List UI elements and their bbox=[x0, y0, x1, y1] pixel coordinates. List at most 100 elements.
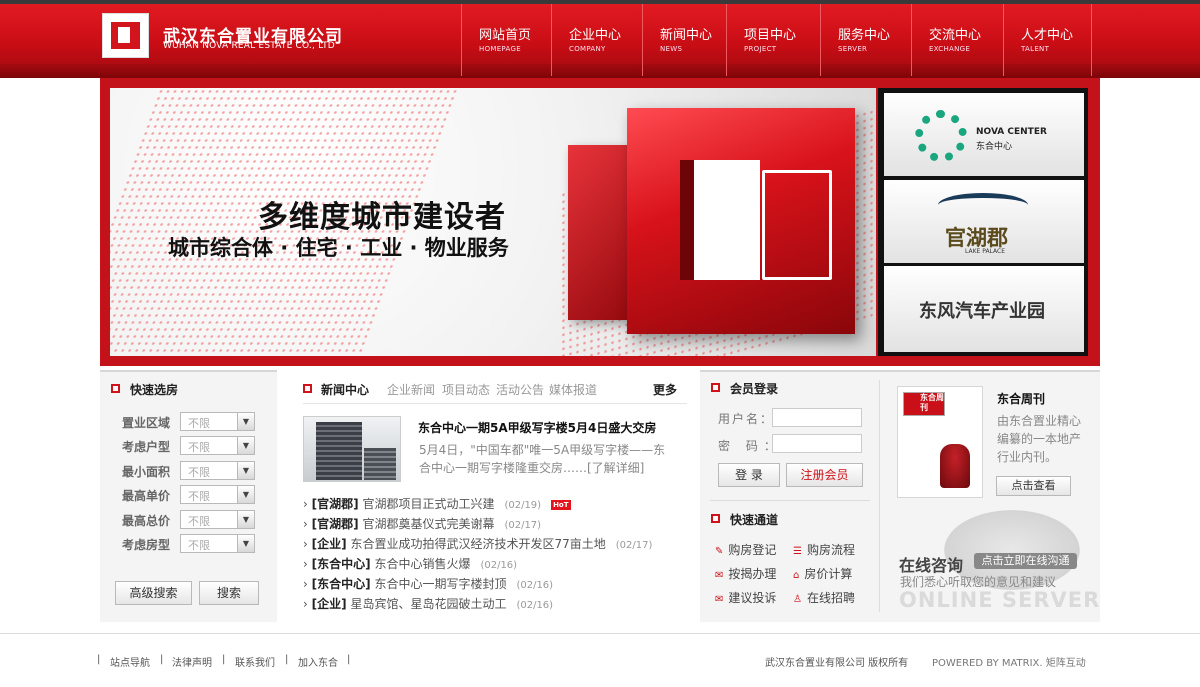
select-max-unit-price[interactable]: 不限 ▼ bbox=[180, 485, 255, 504]
nav-exchange[interactable]: 交流中心 EXCHANGE bbox=[911, 4, 1004, 76]
mail-icon: ✉ bbox=[715, 594, 724, 605]
field-label: 最高单价 bbox=[122, 489, 171, 503]
footer-link-join[interactable]: 加入东合 bbox=[298, 654, 338, 669]
select-value: 不限 bbox=[188, 515, 210, 528]
search-button[interactable]: 搜索 bbox=[199, 581, 259, 605]
news-text: 东合中心一期写字楼封顶 bbox=[374, 577, 507, 591]
magazine-desc: 由东合置业精心编纂的一本地产行业内刊。 bbox=[997, 414, 1082, 464]
link-recruitment[interactable]: ♙ 在线招聘 bbox=[793, 589, 855, 606]
logo-mark-inner bbox=[118, 27, 130, 43]
link-purchase-register[interactable]: ✎ 购房登记 bbox=[715, 541, 776, 558]
footer-link-sitemap[interactable]: 站点导航 bbox=[110, 654, 150, 669]
news-item[interactable]: › [官湖郡] 官湖郡奠基仪式完美谢幕 (02/17) bbox=[303, 515, 541, 532]
select-house-type[interactable]: 不限 ▼ bbox=[180, 534, 255, 553]
project-name-cn: 东风汽车产业园 bbox=[919, 301, 1045, 322]
footer-link-contact[interactable]: 联系我们 bbox=[235, 654, 275, 669]
lake-palace-logo-icon bbox=[938, 193, 1028, 217]
nav-label: 企业中心 bbox=[569, 28, 622, 43]
tab-announcements[interactable]: 活动公告 bbox=[496, 381, 544, 398]
nav-service[interactable]: 服务中心 SERVER bbox=[820, 4, 911, 76]
chair-image bbox=[940, 444, 970, 488]
nav-label: 网站首页 bbox=[479, 28, 532, 43]
divider bbox=[303, 403, 687, 404]
section-square-icon bbox=[711, 514, 720, 523]
nav-label: 服务中心 bbox=[838, 28, 891, 43]
field-label: 最小面积 bbox=[122, 465, 171, 479]
news-item[interactable]: › [企业] 东合置业成功拍得武汉经济技术开发区77亩土地 (02/17) bbox=[303, 535, 652, 552]
footer-divider bbox=[0, 633, 1200, 634]
quick-search-title: 快速选房 bbox=[130, 383, 179, 397]
select-value: 不限 bbox=[188, 417, 210, 430]
field-label: 最高总价 bbox=[122, 514, 171, 528]
select-area[interactable]: 不限 ▼ bbox=[180, 412, 255, 431]
nova-center-logo-icon bbox=[915, 110, 967, 162]
news-headline[interactable]: 东合中心一期5A甲级写字楼5月4日盛大交房 bbox=[418, 419, 656, 436]
footer-separator: | bbox=[222, 654, 226, 665]
link-feedback[interactable]: ✉ 建议投诉 bbox=[715, 589, 776, 606]
select-value: 不限 bbox=[188, 441, 210, 454]
link-label: 在线招聘 bbox=[806, 591, 855, 605]
logo[interactable] bbox=[102, 13, 149, 58]
select-layout[interactable]: 不限 ▼ bbox=[180, 436, 255, 455]
username-label: 用户名： bbox=[718, 412, 775, 426]
select-min-area[interactable]: 不限 ▼ bbox=[180, 461, 255, 480]
field-label: 考虑房型 bbox=[122, 538, 171, 552]
quick-links-title: 快速通道 bbox=[730, 513, 779, 527]
nav-company[interactable]: 企业中心 COMPANY bbox=[551, 4, 643, 76]
nav-sublabel: HOMEPAGE bbox=[479, 45, 521, 53]
link-price-calc[interactable]: ⌂ 房价计算 bbox=[793, 565, 852, 582]
news-item[interactable]: › [企业] 星岛宾馆、星岛花园破土动工 (02/16) bbox=[303, 595, 553, 612]
footer-copyright: 武汉东合置业有限公司 版权所有 bbox=[765, 658, 909, 669]
news-date: (02/16) bbox=[516, 600, 554, 611]
link-label: 按揭办理 bbox=[728, 567, 777, 581]
select-max-total-price[interactable]: 不限 ▼ bbox=[180, 510, 255, 529]
nav-sublabel: EXCHANGE bbox=[929, 45, 971, 53]
banner-title: 多维度城市建设者 bbox=[258, 200, 506, 235]
section-square-icon bbox=[711, 383, 720, 392]
tab-project-news[interactable]: 项目动态 bbox=[442, 381, 490, 398]
news-text: 官湖郡项目正式动工兴建 bbox=[362, 497, 495, 511]
link-label: 购房流程 bbox=[806, 543, 855, 557]
news-date: (02/17) bbox=[615, 540, 653, 551]
footer-link-legal[interactable]: 法律声明 bbox=[172, 654, 212, 669]
online-chat-button[interactable]: 点击立即在线沟通 bbox=[974, 553, 1077, 569]
banner-subtitle: 城市综合体 · 住宅 · 工业 · 物业服务 bbox=[168, 236, 509, 260]
nav-homepage[interactable]: 网站首页 HOMEPAGE bbox=[461, 4, 552, 76]
news-item[interactable]: › [东合中心] 东合中心销售火爆 (02/16) bbox=[303, 555, 517, 572]
news-tag: [东合中心] bbox=[311, 557, 371, 571]
news-title: 新闻中心 bbox=[321, 383, 370, 397]
chevron-down-icon: ▼ bbox=[237, 437, 254, 454]
nav-sublabel: TALENT bbox=[1021, 45, 1050, 53]
user-icon: ♙ bbox=[793, 594, 802, 605]
field-label: 考虑户型 bbox=[122, 440, 171, 454]
tab-company-news[interactable]: 企业新闻 bbox=[387, 381, 435, 398]
link-mortgage[interactable]: ✉ 按揭办理 bbox=[715, 565, 776, 582]
nav-label: 人才中心 bbox=[1021, 28, 1074, 43]
tab-media[interactable]: 媒体报道 bbox=[549, 381, 597, 398]
news-text: 东合中心销售火爆 bbox=[374, 557, 471, 571]
username-input[interactable] bbox=[772, 408, 862, 427]
news-tag: [企业] bbox=[311, 597, 347, 611]
news-summary: 5月4日，"中国车都"唯一5A甲级写字楼——东合中心一期写字楼隆重交房……[了解… bbox=[419, 443, 666, 475]
footer-powered[interactable]: POWERED BY MATRIX. 矩阵互动 bbox=[932, 654, 1086, 669]
news-item[interactable]: › [官湖郡] 官湖郡项目正式动工兴建 (02/19) HoT bbox=[303, 495, 571, 512]
project-name-cn: 东合中心 bbox=[976, 142, 1013, 152]
nav-talent[interactable]: 人才中心 TALENT bbox=[1003, 4, 1091, 76]
project-name-en: LAKE PALACE bbox=[965, 248, 1006, 255]
link-purchase-process[interactable]: ☰ 购房流程 bbox=[793, 541, 855, 558]
login-button[interactable]: 登 录 bbox=[718, 463, 780, 487]
advanced-search-button[interactable]: 高级搜索 bbox=[115, 581, 192, 605]
news-more-link[interactable]: 更多 bbox=[653, 381, 677, 398]
register-button[interactable]: 注册会员 bbox=[786, 463, 863, 487]
section-square-icon bbox=[303, 384, 312, 393]
banner-logo-inner bbox=[680, 160, 760, 280]
section-square-icon bbox=[111, 384, 120, 393]
news-item[interactable]: › [东合中心] 东合中心一期写字楼封顶 (02/16) bbox=[303, 575, 553, 592]
nav-news[interactable]: 新闻中心 NEWS bbox=[642, 4, 727, 76]
view-magazine-button[interactable]: 点击查看 bbox=[996, 476, 1071, 496]
footer-separator: | bbox=[347, 654, 351, 665]
nav-project[interactable]: 项目中心 PROJECT bbox=[726, 4, 821, 76]
password-input[interactable] bbox=[772, 434, 862, 453]
select-value: 不限 bbox=[188, 466, 210, 479]
project-name-en: NOVA CENTER bbox=[976, 127, 1047, 137]
